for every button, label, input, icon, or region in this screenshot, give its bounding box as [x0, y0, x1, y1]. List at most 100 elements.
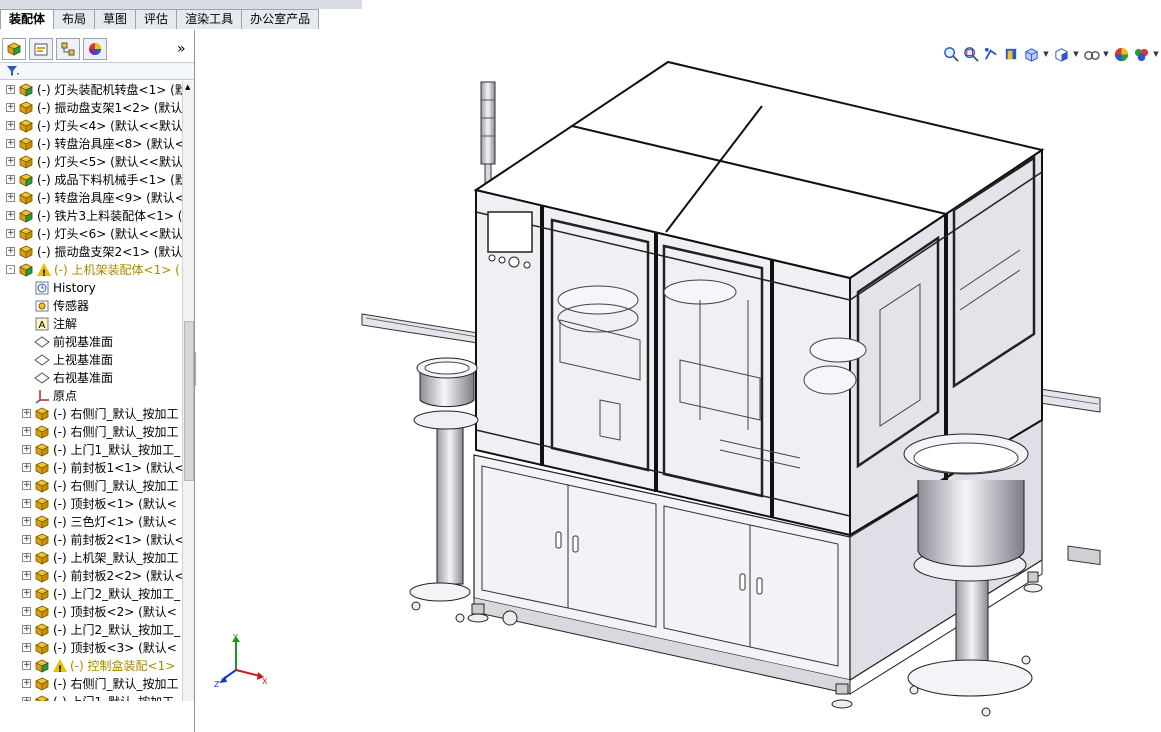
tree-item[interactable]: History	[0, 279, 182, 297]
part-icon	[34, 568, 50, 584]
tree-item[interactable]: + (-) 上门2_默认_按加工_	[0, 585, 182, 603]
expand-icon[interactable]: +	[22, 607, 31, 616]
tree-item[interactable]: + (-) 右侧门_默认_按加工	[0, 675, 182, 693]
tree-item[interactable]: + (-) 成品下料机械手<1> (默	[0, 171, 182, 189]
panel-more-button[interactable]: »	[177, 41, 186, 57]
expand-icon[interactable]: +	[22, 571, 31, 580]
tab-render-tools[interactable]: 渲染工具	[176, 9, 243, 29]
expand-icon[interactable]: +	[6, 85, 15, 94]
expand-icon[interactable]: +	[22, 625, 31, 634]
property-manager-tab[interactable]	[29, 38, 53, 60]
tree-item-label: (-) 右侧门_默认_按加工	[53, 677, 179, 691]
filter-icon[interactable]	[6, 64, 20, 81]
tree-item-label: (-) 上机架装配体<1> (	[54, 263, 180, 277]
configuration-manager-tab[interactable]	[56, 38, 80, 60]
tree-item[interactable]: + (-) 前封板1<1> (默认<	[0, 459, 182, 477]
tree-item[interactable]: + (-) 灯头<6> (默认<<默认	[0, 225, 182, 243]
tree-item[interactable]: + (-) 上门2_默认_按加工_	[0, 621, 182, 639]
expand-icon[interactable]: +	[6, 247, 15, 256]
tree-item[interactable]: + (-) 上门1_默认_按加工	[0, 693, 182, 701]
tree-item[interactable]: 传感器	[0, 297, 182, 315]
expand-icon[interactable]: +	[6, 157, 15, 166]
warning-icon	[53, 659, 67, 679]
tree-item[interactable]: + (-) 灯头<5> (默认<<默认	[0, 153, 182, 171]
tree-item[interactable]: + (-) 上机架_默认_按加工	[0, 549, 182, 567]
property-manager-icon	[34, 43, 48, 56]
tree-item[interactable]: + (-) 灯头<4> (默认<<默认	[0, 117, 182, 135]
expand-icon[interactable]: +	[22, 661, 31, 670]
tab-evaluate[interactable]: 评估	[135, 9, 178, 29]
part-icon	[34, 496, 50, 512]
expand-icon[interactable]: +	[22, 463, 31, 472]
expand-icon[interactable]: +	[22, 553, 31, 562]
expand-icon[interactable]: +	[22, 499, 31, 508]
expand-icon[interactable]: +	[22, 445, 31, 454]
tree-item[interactable]: + (-) 前封板2<2> (默认<	[0, 567, 182, 585]
expand-icon[interactable]: +	[22, 697, 31, 701]
command-tabs: 装配体 布局 草图 评估 渲染工具 办公室产品	[0, 9, 320, 29]
tree-item[interactable]: + (-) 转盘治具座<8> (默认<	[0, 135, 182, 153]
tree-item[interactable]: 右视基准面	[0, 369, 182, 387]
annotation-icon: A	[34, 316, 50, 332]
tab-office-products[interactable]: 办公室产品	[241, 9, 320, 29]
scroll-up-icon[interactable]: ▲	[185, 83, 190, 91]
tab-sketch[interactable]: 草图	[94, 9, 137, 29]
tree-scrollbar[interactable]: ▲	[182, 81, 194, 701]
feature-manager-tab[interactable]	[2, 38, 26, 60]
expand-icon[interactable]: +	[6, 175, 15, 184]
subassembly-icon	[18, 172, 34, 188]
assembly-model	[361, 60, 1101, 717]
tree-item[interactable]: - (-) 上机架装配体<1> (	[0, 261, 182, 283]
tree-item[interactable]: + (-) 右侧门_默认_按加工	[0, 423, 182, 441]
expand-icon[interactable]: +	[6, 211, 15, 220]
panel-tabs: »	[0, 35, 194, 61]
tree-item[interactable]: 上视基准面	[0, 351, 182, 369]
part-icon	[18, 154, 34, 170]
tree-item-label: 上视基准面	[53, 353, 114, 367]
tree-item-label: (-) 三色灯<1> (默认<	[53, 515, 177, 529]
tree-item[interactable]: + (-) 右侧门_默认_按加工	[0, 477, 182, 495]
tree-item[interactable]: + (-) 振动盘支架2<1> (默认	[0, 243, 182, 261]
tree-item[interactable]: + (-) 灯头装配机转盘<1> (默	[0, 81, 182, 99]
expand-icon[interactable]: +	[22, 535, 31, 544]
expand-icon[interactable]: +	[6, 103, 15, 112]
tree-item[interactable]: 原点	[0, 387, 182, 405]
tree-item[interactable]: + (-) 右侧门_默认_按加工	[0, 405, 182, 423]
tree-item-label: (-) 顶封板<2> (默认<	[53, 605, 177, 619]
tree-item-label: (-) 顶封板<1> (默认<	[53, 497, 177, 511]
expand-icon[interactable]: +	[6, 193, 15, 202]
tree-item[interactable]: + (-) 铁片3上料装配体<1> (	[0, 207, 182, 225]
expand-icon[interactable]: +	[22, 679, 31, 688]
expand-icon[interactable]: +	[6, 229, 15, 238]
tree-item[interactable]: + (-) 前封板2<1> (默认<	[0, 531, 182, 549]
expand-icon[interactable]: +	[22, 589, 31, 598]
tree-item-label: 原点	[53, 389, 78, 403]
expand-icon[interactable]: +	[22, 481, 31, 490]
tree-item[interactable]: + (-) 上门1_默认_按加工_	[0, 441, 182, 459]
tab-layout[interactable]: 布局	[53, 9, 96, 29]
display-manager-tab[interactable]	[83, 38, 107, 60]
tree-item[interactable]: + (-) 顶封板<2> (默认<	[0, 603, 182, 621]
tree-item[interactable]: A 注解	[0, 315, 182, 333]
tab-assembly[interactable]: 装配体	[0, 9, 55, 29]
tree-item[interactable]: 前视基准面	[0, 333, 182, 351]
plane-icon	[34, 370, 50, 386]
history-icon	[34, 280, 50, 296]
plane-icon	[34, 352, 50, 368]
expand-icon[interactable]: +	[6, 139, 15, 148]
expand-icon[interactable]: +	[22, 643, 31, 652]
part-icon	[34, 514, 50, 530]
tree-item[interactable]: + (-) 控制盒装配<1>	[0, 657, 182, 679]
tree-item[interactable]: + (-) 顶封板<1> (默认<	[0, 495, 182, 513]
expand-icon[interactable]: +	[6, 121, 15, 130]
collapse-icon[interactable]: -	[6, 265, 15, 274]
command-manager-tabbar: 装配体 布局 草图 评估 渲染工具 办公室产品	[0, 0, 1161, 30]
expand-icon[interactable]: +	[22, 427, 31, 436]
tree-item[interactable]: + (-) 转盘治具座<9> (默认<	[0, 189, 182, 207]
tree-item[interactable]: + (-) 振动盘支架1<2> (默认	[0, 99, 182, 117]
expand-icon[interactable]: +	[22, 517, 31, 526]
tree-item[interactable]: + (-) 三色灯<1> (默认<	[0, 513, 182, 531]
scroll-thumb[interactable]	[184, 321, 194, 481]
expand-icon[interactable]: +	[22, 409, 31, 418]
tree-item[interactable]: + (-) 顶封板<3> (默认<	[0, 639, 182, 657]
